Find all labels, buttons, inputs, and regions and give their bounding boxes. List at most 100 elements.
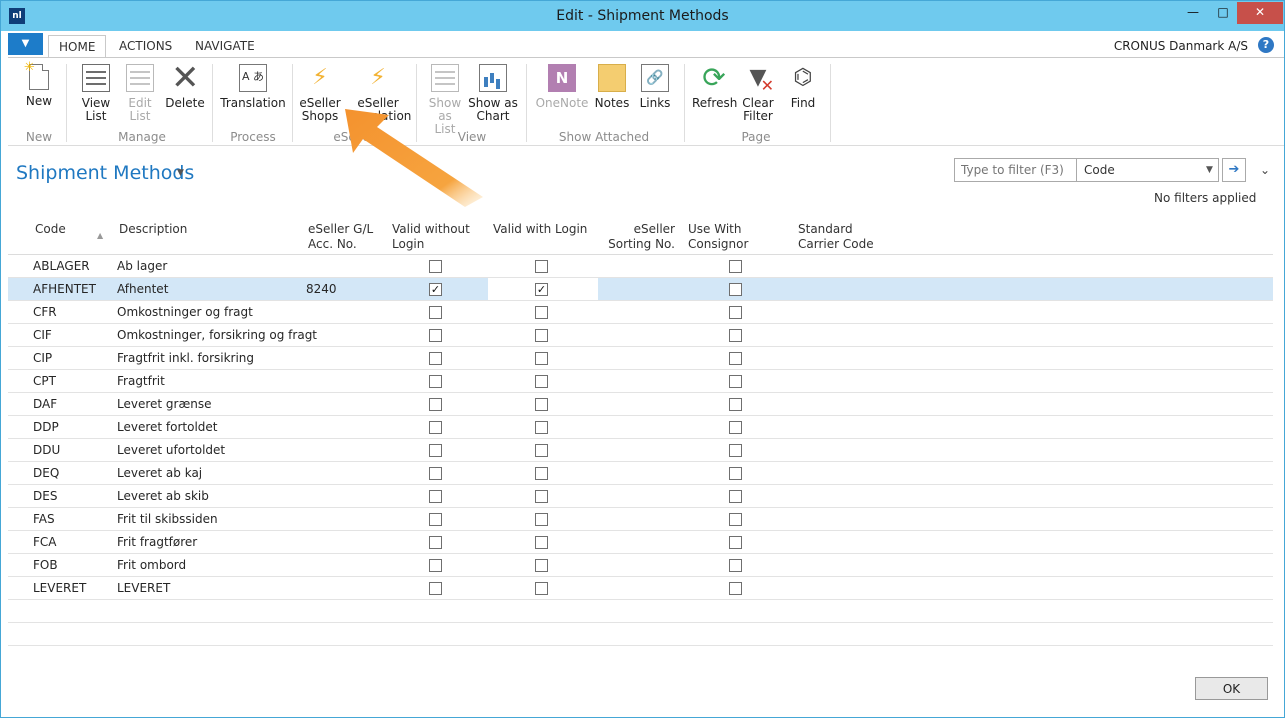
checkbox-valid-with-login[interactable] [535,352,548,365]
page-title[interactable]: Shipment Methods [16,162,194,184]
table-row[interactable]: FOB Frit ombord [8,554,1273,577]
checkbox-valid-without-login[interactable] [429,582,442,595]
checkbox-valid-without-login[interactable] [429,490,442,503]
checkbox-valid-without-login[interactable] [429,260,442,273]
cell-description[interactable]: Leveret fortoldet [117,420,218,434]
table-row[interactable]: AFHENTET Afhentet 8240 ✓ ✓ [8,278,1273,301]
cell-description[interactable]: Ab lager [117,259,167,273]
show-as-list-button[interactable]: Show as List [426,64,464,136]
checkbox-use-with-consignor[interactable] [729,490,742,503]
help-icon[interactable]: ? [1258,37,1274,53]
cell-description[interactable]: Frit fragtfører [117,535,197,549]
cell-description[interactable]: Leveret ab kaj [117,466,202,480]
view-list-button[interactable]: View List [78,64,114,123]
cell-eseller-gl-acc-no[interactable]: 8240 [306,282,337,296]
close-button[interactable]: ✕ [1237,2,1283,24]
tab-navigate[interactable]: NAVIGATE [185,35,265,58]
checkbox-use-with-consignor[interactable] [729,467,742,480]
column-header-standard-carrier-code[interactable]: Standard Carrier Code [798,222,874,252]
table-row[interactable]: DES Leveret ab skib [8,485,1273,508]
cell-code[interactable]: FAS [33,512,55,526]
checkbox-use-with-consignor[interactable] [729,260,742,273]
cell-code[interactable]: FOB [33,558,58,572]
checkbox-use-with-consignor[interactable] [729,329,742,342]
cell-code[interactable]: FCA [33,535,57,549]
edit-list-button[interactable]: Edit List [122,64,158,123]
cell-description[interactable]: Leveret ufortoldet [117,443,225,457]
chevron-down-icon[interactable]: ▼ [177,168,184,178]
filter-input[interactable] [955,159,1077,181]
cell-description[interactable]: Leveret ab skib [117,489,209,503]
refresh-button[interactable]: ⟳ Refresh [692,64,737,110]
checkbox-valid-with-login[interactable] [535,513,548,526]
checkbox-valid-without-login[interactable] [429,375,442,388]
cell-description[interactable]: Fragtfrit inkl. forsikring [117,351,254,365]
checkbox-valid-without-login[interactable] [429,398,442,411]
checkbox-use-with-consignor[interactable] [729,421,742,434]
checkbox-valid-with-login[interactable] [535,375,548,388]
checkbox-valid-with-login[interactable] [535,467,548,480]
translation-button[interactable]: A あ Translation [220,64,286,110]
checkbox-valid-with-login[interactable] [535,398,548,411]
checkbox-use-with-consignor[interactable] [729,536,742,549]
checkbox-valid-with-login[interactable] [535,559,548,572]
cell-description[interactable]: Omkostninger og fragt [117,305,253,319]
checkbox-use-with-consignor[interactable] [729,375,742,388]
table-row[interactable]: DDU Leveret ufortoldet [8,439,1273,462]
show-as-chart-button[interactable]: Show as Chart [468,64,518,123]
checkbox-use-with-consignor[interactable] [729,352,742,365]
cell-code[interactable]: CIF [33,328,52,342]
cell-description[interactable]: Fragtfrit [117,374,165,388]
table-row[interactable]: FCA Frit fragtfører [8,531,1273,554]
apply-filter-arrow-icon[interactable]: ➔ [1222,158,1246,182]
checkbox-valid-without-login[interactable] [429,352,442,365]
cell-code[interactable]: CPT [33,374,56,388]
table-row[interactable]: CIP Fragtfrit inkl. forsikring [8,347,1273,370]
cell-code[interactable]: CFR [33,305,57,319]
checkbox-valid-without-login[interactable] [429,329,442,342]
cell-description[interactable]: LEVERET [117,581,170,595]
new-button[interactable]: ✳ New [22,61,56,108]
checkbox-valid-with-login[interactable] [535,260,548,273]
cell-code[interactable]: DDP [33,420,59,434]
cell-description[interactable]: Afhentet [117,282,168,296]
collapse-chevron-icon[interactable]: ⌄ [1260,163,1270,177]
maximize-button[interactable]: □ [1208,2,1238,24]
table-row[interactable]: LEVERET LEVERET [8,577,1273,600]
ok-button[interactable]: OK [1195,677,1268,700]
onenote-button[interactable]: N OneNote [534,64,590,110]
column-header-code[interactable]: Code [35,222,66,237]
column-header-eseller-gl-acc-no[interactable]: eSeller G/L Acc. No. [308,222,373,252]
checkbox-valid-without-login[interactable] [429,444,442,457]
notes-button[interactable]: Notes [594,64,630,110]
checkbox-valid-without-login[interactable]: ✓ [429,283,442,296]
checkbox-valid-without-login[interactable] [429,467,442,480]
column-header-use-with-consignor[interactable]: Use With Consignor [688,222,748,252]
table-row[interactable]: CPT Fragtfrit [8,370,1273,393]
find-button[interactable]: ⌬ Find [786,64,820,110]
cell-code[interactable]: DEQ [33,466,59,480]
cell-description[interactable]: Frit til skibssiden [117,512,218,526]
checkbox-valid-with-login[interactable] [535,329,548,342]
eseller-translation-button[interactable]: ⚡ eSeller Translation [346,64,411,123]
cell-code[interactable]: DDU [33,443,60,457]
filter-field-select[interactable]: Code [1084,163,1115,177]
checkbox-use-with-consignor[interactable] [729,559,742,572]
table-row[interactable]: CFR Omkostninger og fragt [8,301,1273,324]
cell-code[interactable]: DES [33,489,57,503]
table-row[interactable]: DAF Leveret grænse [8,393,1273,416]
checkbox-use-with-consignor[interactable] [729,582,742,595]
cell-code[interactable]: DAF [33,397,57,411]
checkbox-valid-with-login[interactable] [535,490,548,503]
cell-description[interactable]: Leveret grænse [117,397,212,411]
checkbox-use-with-consignor[interactable] [729,513,742,526]
table-row[interactable]: DEQ Leveret ab kaj [8,462,1273,485]
checkbox-valid-without-login[interactable] [429,306,442,319]
table-row[interactable]: ABLAGER Ab lager [8,255,1273,278]
checkbox-valid-with-login[interactable] [535,306,548,319]
cell-code[interactable]: CIP [33,351,52,365]
checkbox-valid-with-login[interactable] [535,421,548,434]
checkbox-valid-without-login[interactable] [429,421,442,434]
minimize-button[interactable]: — [1178,2,1208,24]
column-header-valid-with-login[interactable]: Valid with Login [493,222,587,237]
